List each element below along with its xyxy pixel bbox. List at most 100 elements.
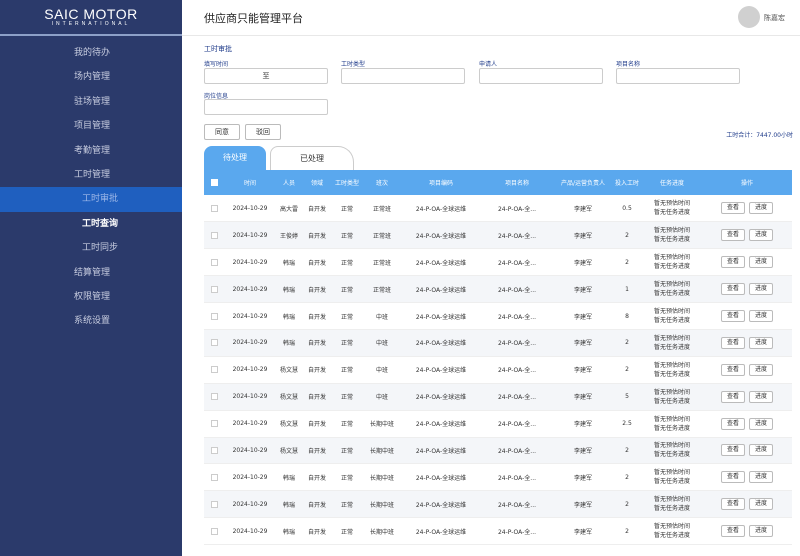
view-button[interactable]: 查看 [720, 229, 745, 242]
progress-button[interactable]: 进度 [749, 390, 774, 403]
view-button[interactable]: 查看 [720, 336, 745, 349]
project-name-input[interactable] [616, 68, 740, 84]
sidebar-item-4[interactable]: 项目管理 [0, 114, 182, 138]
row-checkbox[interactable] [210, 258, 218, 266]
row-checkbox[interactable] [210, 231, 218, 239]
row-checkbox[interactable] [210, 366, 218, 374]
progress-button[interactable]: 进度 [749, 310, 774, 322]
view-button[interactable]: 查看 [720, 283, 745, 296]
progress-button[interactable]: 进度 [749, 202, 774, 215]
progress-button[interactable]: 进度 [749, 363, 774, 376]
sidebar-item-11[interactable]: 权限管理 [0, 285, 182, 309]
cell-hours: 2 [612, 463, 642, 492]
view-button[interactable]: 查看 [720, 498, 745, 511]
cell-name: 24-P-OA-全... [480, 221, 554, 250]
cell-person: 韩瑞 [276, 302, 302, 330]
view-button[interactable]: 查看 [720, 256, 745, 269]
view-button[interactable]: 查看 [720, 444, 745, 457]
row-checkbox[interactable] [210, 285, 218, 293]
cell-type: 正常 [332, 302, 362, 330]
hours-type-select[interactable] [341, 68, 465, 84]
table-row[interactable]: 2024-10-29 韩瑞 自开发 正常 中班 24-P-OA-全球运维 24-P-OA-全… [204, 329, 792, 357]
cell-actions: 查看 进度 [702, 329, 792, 357]
row-checkbox[interactable] [210, 312, 218, 320]
row-checkbox[interactable] [210, 473, 218, 481]
tab-processed[interactable]: 已处理 [270, 146, 354, 170]
approve-button[interactable]: 同意 [204, 124, 240, 140]
view-button[interactable]: 查看 [720, 363, 745, 376]
table-row[interactable]: 2024-10-29 韩瑞 自开发 正常 正常班 24-P-OA-全球运维 24-P-OA-… [204, 275, 792, 304]
reject-button[interactable]: 驳回 [245, 124, 281, 140]
progress-button[interactable]: 进度 [749, 498, 774, 511]
avatar[interactable] [738, 6, 760, 28]
tab-pending[interactable]: 待处理 [204, 146, 266, 170]
progress-button[interactable]: 进度 [749, 229, 774, 242]
progress-button[interactable]: 进度 [749, 283, 774, 296]
select-all-checkbox[interactable] [210, 179, 218, 186]
cell-type: 正常 [332, 356, 362, 384]
progress-task-text: 暂无任务进度 [653, 370, 690, 378]
sidebar-item-2[interactable]: 场内管理 [0, 65, 182, 89]
row-checkbox[interactable] [210, 339, 218, 347]
row-checkbox-cell[interactable] [204, 195, 224, 223]
table-row[interactable]: 2024-10-29 杨文慧 自开发 正常 中班 24-P-OA-全球运维 24-P-OA-… [204, 383, 792, 411]
row-checkbox-cell[interactable] [204, 302, 224, 330]
applicant-input[interactable] [479, 68, 603, 84]
row-checkbox-cell[interactable] [204, 383, 224, 411]
sidebar-item-1[interactable]: 我的待办 [0, 41, 182, 65]
table-row[interactable]: 2024-10-29 杨文慧 自开发 正常 长期中班 24-P-OA-全球运维 24-P-O… [204, 437, 792, 465]
row-checkbox-cell[interactable] [204, 490, 224, 519]
table-row[interactable]: 2024-10-29 韩瑞 自开发 正常 长期中班 24-P-OA-全球运维 24-P-OA… [204, 490, 792, 519]
table-row[interactable]: 2024-10-29 杨文慧 自开发 正常 长期中班 24-P-OA-全球运维 24-P-O… [204, 410, 792, 438]
view-button[interactable]: 查看 [720, 471, 745, 484]
row-checkbox-cell[interactable] [204, 410, 224, 438]
row-checkbox[interactable] [210, 527, 218, 535]
row-checkbox-cell[interactable] [204, 329, 224, 357]
row-checkbox-cell[interactable] [204, 517, 224, 546]
position-input[interactable] [204, 99, 328, 115]
row-checkbox-cell[interactable] [204, 221, 224, 250]
sidebar-item-7[interactable]: 工时审批 [0, 187, 182, 212]
view-button[interactable]: 查看 [720, 417, 745, 430]
progress-button[interactable]: 进度 [749, 417, 774, 430]
row-checkbox-cell[interactable] [204, 437, 224, 465]
sidebar-item-5[interactable]: 考勤管理 [0, 139, 182, 163]
table-row[interactable]: 2024-10-29 王俊婷 自开发 正常 正常班 24-P-OA-全球运维 24-P-OA… [204, 221, 792, 250]
fill-time-range-input[interactable]: 至 [204, 68, 328, 84]
table-row[interactable]: 2024-10-29 韩瑞 自开发 正常 中班 24-P-OA-全球运维 24-P-OA-全… [204, 302, 792, 330]
row-checkbox[interactable] [210, 204, 218, 212]
table-row[interactable]: 2024-10-29 韩瑞 自开发 正常 正常班 24-P-OA-全球运维 24-P-OA-… [204, 248, 792, 277]
cell-code: 24-P-OA-全球运维 [402, 275, 480, 304]
user-name[interactable]: 陈嘉宏 [764, 13, 785, 23]
table-row[interactable]: 2024-10-29 杨文慧 自开发 正常 中班 24-P-OA-全球运维 24-P-OA-… [204, 356, 792, 384]
sidebar-item-10[interactable]: 结算管理 [0, 261, 182, 285]
sidebar-item-6[interactable]: 工时管理 [0, 163, 182, 187]
view-button[interactable]: 查看 [720, 390, 745, 403]
sidebar-item-3[interactable]: 驻场管理 [0, 90, 182, 114]
hours-type-label: 工时类型 [341, 61, 366, 68]
row-checkbox[interactable] [210, 420, 218, 428]
row-checkbox[interactable] [210, 446, 218, 454]
select-all-checkbox-cell[interactable] [204, 170, 224, 195]
view-button[interactable]: 查看 [720, 525, 745, 538]
progress-button[interactable]: 进度 [749, 336, 774, 349]
row-checkbox-cell[interactable] [204, 356, 224, 384]
sidebar-item-8[interactable]: 工时查询 [0, 212, 182, 236]
row-checkbox[interactable] [210, 500, 218, 508]
row-checkbox-cell[interactable] [204, 463, 224, 492]
progress-button[interactable]: 进度 [749, 471, 774, 484]
sidebar-item-9[interactable]: 工时同步 [0, 236, 182, 260]
column-header-9: 投入工时 [612, 170, 642, 195]
view-button[interactable]: 查看 [720, 310, 745, 322]
row-checkbox-cell[interactable] [204, 248, 224, 277]
view-button[interactable]: 查看 [720, 202, 745, 215]
progress-button[interactable]: 进度 [749, 256, 774, 269]
table-row[interactable]: 2024-10-29 韩瑞 自开发 正常 长期中班 24-P-OA-全球运维 24-P-OA… [204, 517, 792, 546]
row-checkbox[interactable] [210, 393, 218, 401]
row-checkbox-cell[interactable] [204, 275, 224, 304]
progress-button[interactable]: 进度 [749, 444, 774, 457]
table-row[interactable]: 2024-10-29 韩瑞 自开发 正常 长期中班 24-P-OA-全球运维 24-P-OA… [204, 463, 792, 492]
progress-button[interactable]: 进度 [749, 525, 774, 538]
sidebar-item-12[interactable]: 系统设置 [0, 309, 182, 333]
table-row[interactable]: 2024-10-29 高大雷 自开发 正常 正常班 24-P-OA-全球运维 24-P-OA… [204, 195, 792, 223]
